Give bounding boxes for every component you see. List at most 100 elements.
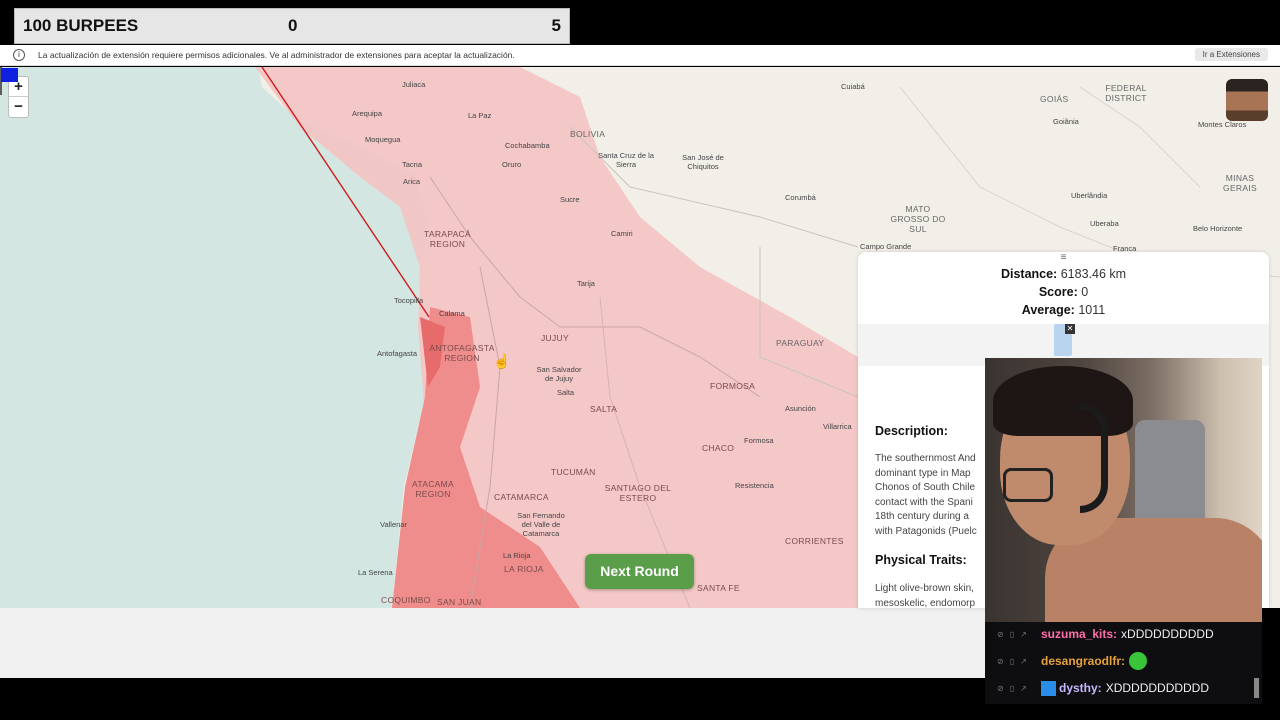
distance-label: Distance: — [1000, 267, 1058, 281]
place-label: Tocopilla — [394, 296, 424, 305]
mod-actions-icon[interactable]: ⊘▯↗ — [985, 630, 1041, 639]
chat-text: xDDDDDDDDDD — [1121, 627, 1214, 641]
burpee-counter: 100 BURPEES 0 5 — [14, 8, 570, 44]
counter-current: 0 — [288, 16, 298, 35]
place-label: San Fernando del Valle de Catamarca — [517, 511, 565, 538]
region-label: LA RIOJA — [504, 564, 544, 574]
region-label: JUJUY — [541, 333, 569, 343]
place-label: Belo Horizonte — [1193, 224, 1243, 233]
place-label: Oruro — [502, 160, 522, 169]
place-label: Antofagasta — [377, 349, 418, 358]
region-label: CATAMARCA — [494, 492, 549, 502]
region-label: COQUIMBO — [381, 595, 431, 605]
region-label: CORRIENTES — [785, 536, 844, 546]
region-label: GOIÁS — [1040, 94, 1069, 104]
extension-message: La actualización de extensión requiere p… — [38, 50, 515, 60]
description-heading: Description: — [875, 424, 948, 438]
close-icon[interactable]: ✕ — [1065, 324, 1075, 334]
place-label: Juliaca — [402, 80, 426, 89]
zoom-out-button[interactable]: − — [9, 97, 28, 117]
region-label: CHACO — [702, 443, 735, 453]
place-label: Villarrica — [823, 422, 852, 431]
region-label: BOLIVIA — [570, 129, 606, 139]
chat-username[interactable]: dysthy: — [1059, 681, 1102, 695]
chat-message: ⊘▯↗ dysthy: XDDDDDDDDDDD — [985, 677, 1262, 699]
go-to-extensions-button[interactable]: Ir a Extensiones — [1194, 48, 1268, 61]
chat-username[interactable]: desangraodlfr: — [1041, 654, 1125, 668]
place-label: Salta — [557, 388, 575, 397]
chat-overlay: ⊘▯↗ suzuma_kits: xDDDDDDDDDD ⊘▯↗ desangr… — [985, 622, 1262, 704]
counter-goal: 5 — [551, 16, 561, 35]
place-label: Montes Claros — [1198, 120, 1247, 129]
place-label: Moquegua — [365, 135, 401, 144]
emote-icon — [1129, 652, 1148, 670]
place-label: Tacna — [402, 160, 423, 169]
chat-username[interactable]: suzuma_kits: — [1041, 627, 1117, 641]
drag-handle-icon[interactable]: ≡ — [858, 252, 1269, 263]
average-value: 1011 — [1078, 303, 1106, 317]
streamer-hair — [993, 366, 1133, 436]
place-label: Santa Cruz de la Sierra — [598, 151, 654, 169]
place-label: Tarija — [577, 279, 595, 288]
region-label: MINAS GERAIS — [1223, 173, 1257, 193]
place-label: Campo Grande — [860, 242, 912, 251]
info-icon: i — [13, 49, 25, 61]
region-label: TUCUMÁN — [551, 467, 596, 477]
place-label: La Paz — [468, 111, 492, 120]
traits-heading: Physical Traits: — [875, 553, 967, 567]
region-label: SANTIAGO DEL ESTERO — [604, 483, 672, 503]
flag-icon — [0, 67, 18, 95]
distance-value: 6183.46 km — [1060, 267, 1127, 281]
place-label: Calama — [439, 309, 465, 318]
place-label: Resistencia — [735, 481, 774, 490]
region-label: PARAGUAY — [776, 338, 825, 348]
chat-message: ⊘▯↗ suzuma_kits: xDDDDDDDDDD — [985, 623, 1262, 645]
region-label: SANTA FE — [697, 583, 740, 593]
headset — [1080, 403, 1108, 513]
score-stat: Score: 0 — [858, 285, 1269, 299]
webcam-overlay — [985, 358, 1262, 628]
screen: 100 BURPEES 0 5 i La actualización de ex… — [0, 0, 1280, 720]
score-label: Score: — [1038, 285, 1078, 299]
glasses — [1003, 468, 1053, 502]
chat-message: ⊘▯↗ desangraodlfr: — [985, 650, 1262, 672]
extension-update-bar: i La actualización de extensión requiere… — [0, 45, 1280, 66]
place-label: Asunción — [785, 404, 816, 413]
place-label: San José de Chiquitos — [682, 153, 724, 171]
hand-cursor-icon: ☝ — [493, 353, 511, 369]
place-label: Vallenar — [380, 520, 407, 529]
distance-stat: Distance: 6183.46 km — [858, 267, 1269, 281]
region-label: ATACAMA REGION — [412, 479, 454, 499]
place-label: Arequipa — [352, 109, 383, 118]
place-label: La Serena — [358, 568, 393, 577]
place-label: La Rioja — [503, 551, 531, 560]
place-label: Uberlândia — [1071, 191, 1108, 200]
place-label: Arica — [403, 177, 421, 186]
subscriber-badge-icon — [1041, 680, 1056, 696]
average-label: Average: — [1021, 303, 1075, 317]
next-round-button[interactable]: Next Round — [585, 554, 694, 589]
region-label: MATO GROSSO DO SUL — [890, 204, 946, 234]
place-label: Formosa — [744, 436, 774, 445]
place-label: Corumbá — [785, 193, 816, 202]
bottom-strip — [0, 608, 985, 678]
place-label: Goiânia — [1053, 117, 1079, 126]
region-label: FEDERAL DISTRICT — [1105, 83, 1147, 103]
place-label: Uberaba — [1090, 219, 1119, 228]
average-stat: Average: 1011 — [858, 303, 1269, 317]
region-label: SALTA — [590, 404, 618, 414]
player-avatar[interactable] — [1226, 79, 1268, 121]
chat-scrollbar[interactable] — [1254, 678, 1259, 698]
place-label: Camiri — [611, 229, 633, 238]
place-label: Sucre — [560, 195, 580, 204]
place-label: San Salvador de Jujuy — [536, 365, 582, 383]
mod-actions-icon[interactable]: ⊘▯↗ — [985, 657, 1041, 666]
region-label: ANTOFAGASTA REGION — [429, 343, 495, 363]
region-label: TARAPACÁ REGION — [424, 229, 471, 249]
chat-text: XDDDDDDDDDDD — [1105, 681, 1210, 695]
mod-actions-icon[interactable]: ⊘▯↗ — [985, 684, 1041, 693]
counter-title: 100 BURPEES — [23, 16, 139, 35]
place-label: Cochabamba — [505, 141, 550, 150]
score-value: 0 — [1081, 285, 1089, 299]
region-label: SAN JUAN — [437, 597, 482, 607]
